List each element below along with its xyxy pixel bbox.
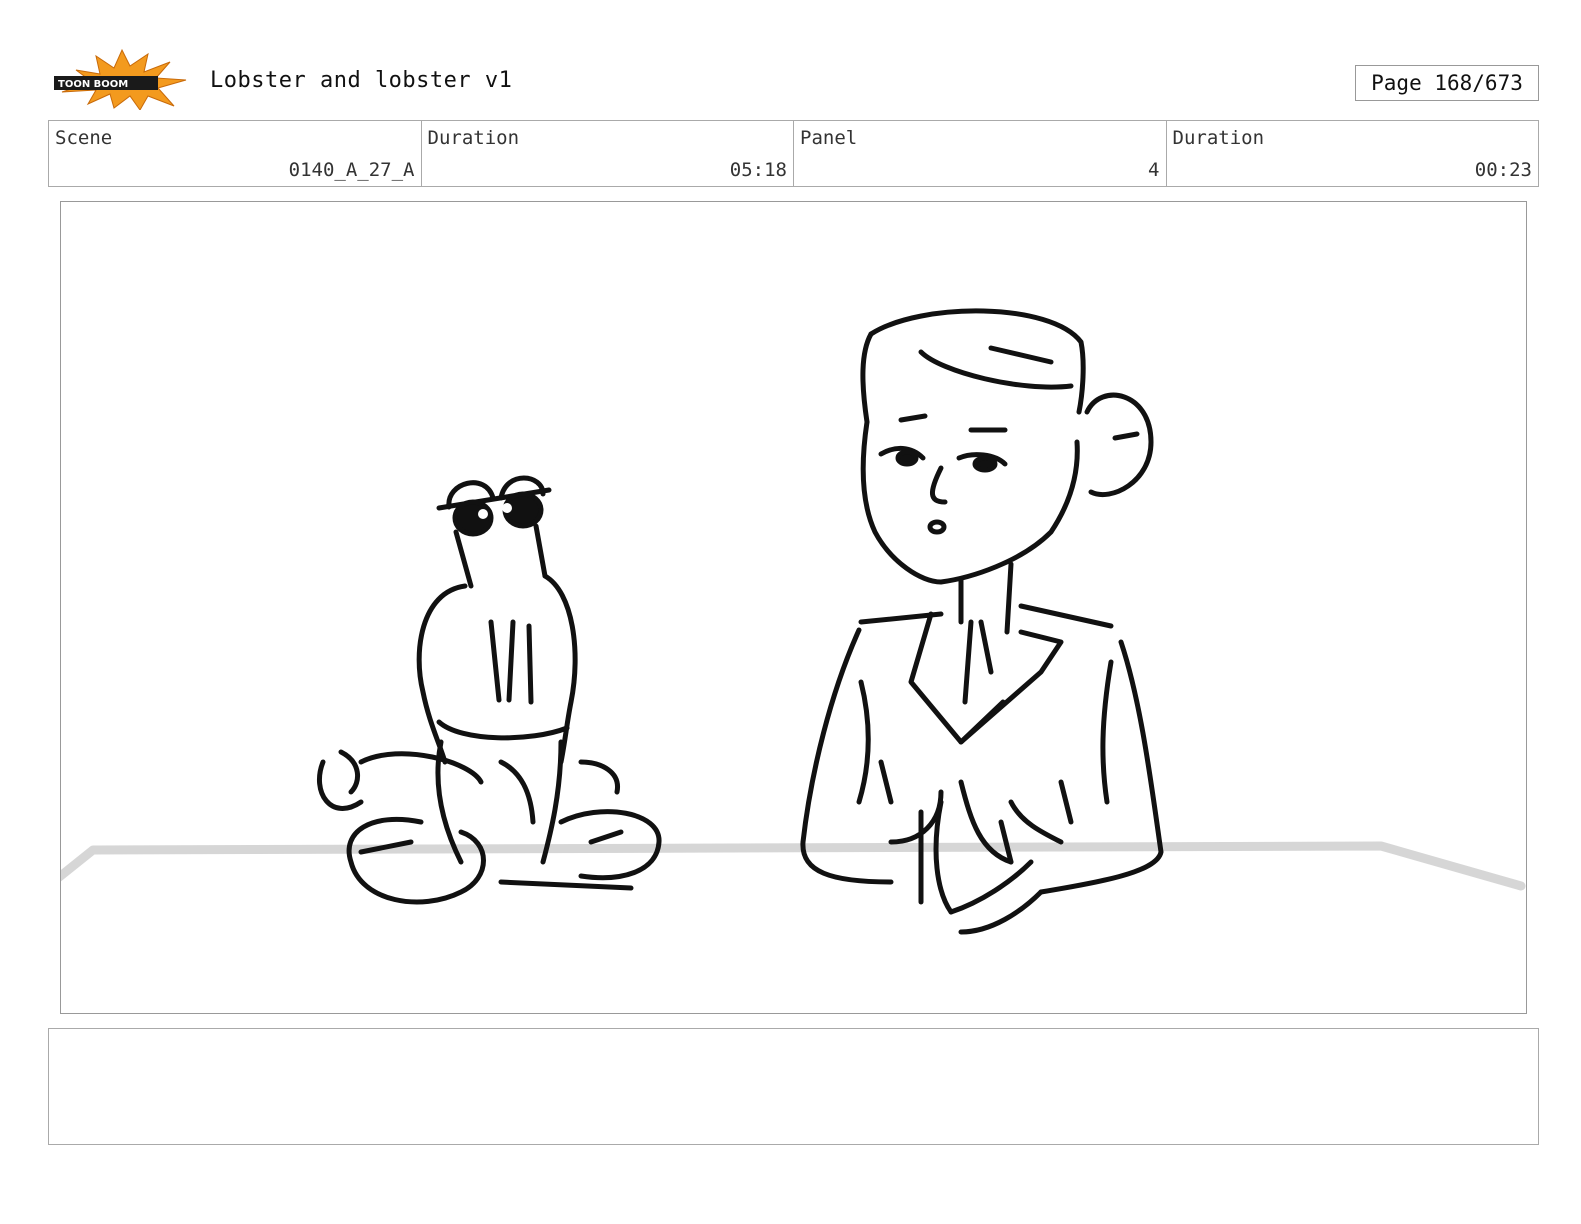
lobster-sketch	[316, 475, 662, 905]
toonboom-logo: TOON BOOM	[52, 48, 188, 111]
panel-notes-box	[48, 1028, 1539, 1145]
panel-duration-label: Duration	[1172, 127, 1265, 149]
table-line	[61, 841, 1526, 891]
scene-cell: Scene 0140_A_27_A	[49, 121, 422, 186]
logo-text: TOON BOOM	[58, 79, 128, 90]
scene-duration-label: Duration	[427, 127, 520, 149]
scene-label: Scene	[55, 127, 113, 149]
panel-duration-cell: Duration 00:23	[1167, 121, 1539, 186]
page-indicator: Page 168/673	[1355, 65, 1539, 101]
scene-value: 0140_A_27_A	[288, 159, 415, 181]
panel-duration-value: 00:23	[1474, 159, 1532, 181]
storyboard-panel	[60, 201, 1527, 1014]
woman-sketch	[800, 308, 1164, 935]
scene-duration-cell: Duration 05:18	[422, 121, 794, 186]
project-title: Lobster and lobster v1	[210, 68, 513, 93]
panel-cell: Panel 4	[794, 121, 1167, 186]
scene-duration-value: 05:18	[729, 159, 787, 181]
panel-value: 4	[1148, 159, 1160, 181]
panel-label: Panel	[800, 127, 858, 149]
scene-info-row: Scene 0140_A_27_A Duration 05:18 Panel 4…	[48, 120, 1539, 187]
